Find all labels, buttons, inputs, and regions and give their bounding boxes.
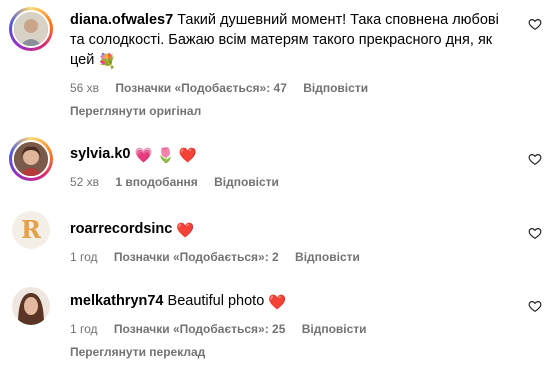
avatar-image: [14, 12, 48, 46]
see-original-button[interactable]: Переглянути оригінал: [70, 104, 514, 118]
avatar[interactable]: [9, 7, 53, 51]
comment-likes[interactable]: 1 вподобання: [115, 175, 197, 189]
avatar[interactable]: R: [12, 211, 50, 249]
avatar-image: R: [12, 211, 50, 249]
comment-username[interactable]: diana.ofwales7: [70, 12, 173, 28]
comment-username[interactable]: roarrecordsinc: [70, 221, 172, 237]
comment-time[interactable]: 1 год: [70, 322, 98, 336]
avatar[interactable]: [9, 137, 53, 181]
heart-outline-icon[interactable]: [528, 299, 542, 313]
avatar-image: [12, 287, 50, 325]
reply-button[interactable]: Відповісти: [214, 175, 279, 189]
reply-button[interactable]: Відповісти: [302, 322, 367, 336]
comment-emoji: ❤️: [176, 223, 195, 239]
comment-emoji: 💐: [98, 54, 117, 70]
comment-text: Beautiful photo: [167, 293, 265, 309]
reply-button[interactable]: Відповісти: [303, 81, 368, 95]
comment-time[interactable]: 52 хв: [70, 175, 99, 189]
comment-emoji: ❤️: [268, 295, 287, 311]
heart-outline-icon[interactable]: [528, 152, 542, 166]
comment-time[interactable]: 1 год: [70, 250, 98, 264]
comment-time[interactable]: 56 хв: [70, 81, 99, 95]
svg-text:R: R: [21, 215, 42, 244]
comment-username[interactable]: melkathryn74: [70, 293, 164, 309]
comment-likes[interactable]: Позначки «Подобається»: 47: [115, 81, 286, 95]
comment-likes[interactable]: Позначки «Подобається»: 25: [114, 322, 285, 336]
reply-button[interactable]: Відповісти: [295, 250, 360, 264]
comment-emoji: 💗 🌷 ❤️: [134, 148, 197, 164]
comment-username[interactable]: sylvia.k0: [70, 146, 130, 162]
comment-likes[interactable]: Позначки «Подобається»: 2: [114, 250, 279, 264]
heart-outline-icon[interactable]: [528, 226, 542, 240]
avatar[interactable]: [12, 287, 50, 325]
comment-list: diana.ofwales7 Такий душевний момент! Та…: [0, 0, 554, 372]
avatar-image: [14, 142, 48, 176]
see-translation-button[interactable]: Переглянути переклад: [70, 345, 514, 359]
heart-outline-icon[interactable]: [528, 17, 542, 31]
